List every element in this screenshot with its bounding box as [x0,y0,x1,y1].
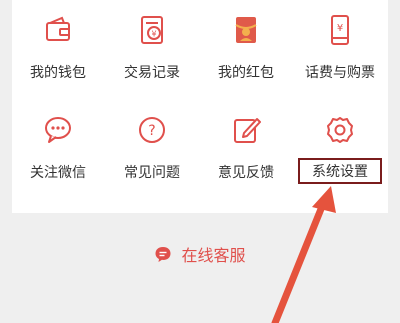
menu-item-label: 交易记录 [124,65,180,81]
menu-item-transactions[interactable]: ¥ 交易记录 [106,0,198,100]
chat-bubble-icon [155,247,171,262]
online-service-link[interactable]: 在线客服 [0,242,400,266]
transaction-record-icon: ¥ [141,16,163,44]
wechat-chat-icon [45,117,71,143]
menu-item-label: 系统设置 [298,158,382,184]
svg-text:¥: ¥ [151,30,156,39]
svg-text:?: ? [148,123,155,139]
menu-item-label: 关注微信 [30,165,86,181]
menu-item-follow-wechat[interactable]: 关注微信 [12,100,104,200]
menu-item-faq[interactable]: ? 常见问题 [106,100,198,200]
menu-item-settings[interactable]: 系统设置 [294,100,386,200]
menu-item-label: 常见问题 [124,165,180,181]
menu-panel: 我的钱包 ¥ 交易记录 我的红包 ¥ 话费与购票 关注微信 ? 常见问题 意见反… [12,0,388,213]
menu-item-phone-bill[interactable]: ¥ 话费与购票 [294,0,386,100]
menu-item-red-envelope[interactable]: 我的红包 [200,0,292,100]
wallet-icon [46,16,70,41]
menu-item-label: 我的钱包 [30,65,86,81]
menu-item-label: 我的红包 [218,65,274,81]
question-icon: ? [139,117,165,143]
menu-item-label: 意见反馈 [218,165,274,181]
feedback-edit-icon [234,118,261,143]
menu-item-label: 话费与购票 [305,65,375,81]
menu-item-feedback[interactable]: 意见反馈 [200,100,292,200]
svg-text:¥: ¥ [337,23,343,34]
settings-gear-icon [327,117,353,143]
phone-bill-ticket-icon: ¥ [331,15,349,45]
red-envelope-icon [235,17,257,43]
menu-item-wallet[interactable]: 我的钱包 [12,0,104,100]
online-service-label: 在线客服 [181,246,246,265]
